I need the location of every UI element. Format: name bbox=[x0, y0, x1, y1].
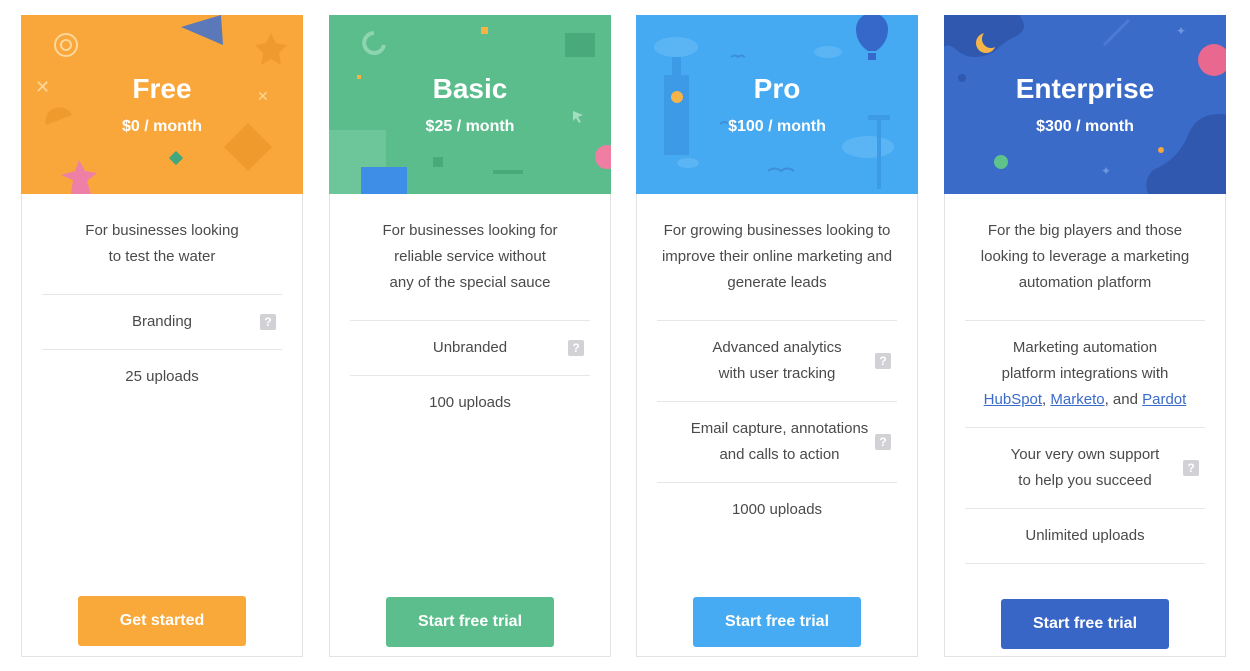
plan-card-pro: Pro $100 / month For growing businesses … bbox=[636, 15, 918, 657]
pardot-link[interactable]: Pardot bbox=[1142, 391, 1186, 408]
help-icon[interactable]: ? bbox=[260, 314, 276, 330]
feature-row: Your very own support to help you succee… bbox=[965, 427, 1205, 508]
svg-text:✦: ✦ bbox=[1101, 164, 1111, 178]
feature-text: Unlimited uploads bbox=[1025, 527, 1145, 544]
plan-name: Basic bbox=[432, 73, 508, 104]
help-icon[interactable]: ? bbox=[875, 434, 891, 450]
plan-header-enterprise: ✦ ✦ Enterprise $300 / month bbox=[944, 15, 1226, 194]
description-line: For businesses looking for bbox=[382, 222, 558, 239]
plan-price: $25 / month bbox=[425, 118, 515, 135]
feature-text: 25 uploads bbox=[125, 368, 199, 385]
plan-card-free: ✕ ✕ Free $0 / month For businesses looki… bbox=[21, 15, 303, 657]
description-line: improve their online marketing and bbox=[661, 248, 893, 265]
plan-header-pro: Pro $100 / month bbox=[636, 15, 918, 194]
feature-text: Unbranded bbox=[432, 339, 508, 356]
description-line: reliable service without bbox=[394, 248, 546, 265]
plan-price: $100 / month bbox=[728, 118, 826, 135]
plan-price: $300 / month bbox=[1036, 118, 1134, 135]
help-icon[interactable]: ? bbox=[875, 353, 891, 369]
separator: , and bbox=[1104, 391, 1143, 408]
plan-description: For businesses looking to test the water bbox=[22, 218, 302, 294]
plan-description: For businesses looking for reliable serv… bbox=[330, 218, 610, 320]
help-icon[interactable]: ? bbox=[568, 340, 584, 356]
start-free-trial-button[interactable]: Start free trial bbox=[386, 597, 554, 647]
get-started-button[interactable]: Get started bbox=[78, 596, 246, 646]
marketo-link[interactable]: Marketo bbox=[1050, 391, 1104, 408]
plan-name: Free bbox=[132, 73, 192, 104]
feature-text: Branding bbox=[131, 313, 193, 330]
start-free-trial-button[interactable]: Start free trial bbox=[693, 597, 861, 647]
feature-row: Marketing automation platform integratio… bbox=[965, 320, 1205, 427]
feature-row: Branding? bbox=[42, 294, 282, 349]
feature-row: Email capture, annotations and calls to … bbox=[657, 401, 897, 482]
feature-text: Advanced analytics with user tracking bbox=[712, 339, 842, 382]
description-line: For growing businesses looking to bbox=[663, 222, 891, 239]
feature-row: Unbranded? bbox=[350, 320, 590, 375]
feature-text: 100 uploads bbox=[429, 394, 511, 411]
feature-text: Marketing automation platform integratio… bbox=[1001, 339, 1169, 382]
description-line: For businesses looking bbox=[85, 222, 239, 239]
description-line: looking to leverage a marketing bbox=[980, 248, 1190, 265]
plan-card-basic: Basic $25 / month For businesses looking… bbox=[329, 15, 611, 657]
plan-name: Pro bbox=[753, 73, 801, 104]
plan-price: $0 / month bbox=[121, 118, 202, 135]
feature-row: 100 uploads bbox=[350, 375, 590, 430]
feature-row: Advanced analytics with user tracking? bbox=[657, 320, 897, 401]
start-free-trial-button[interactable]: Start free trial bbox=[1001, 599, 1169, 649]
description-line: to test the water bbox=[108, 248, 216, 265]
feature-row: 25 uploads bbox=[42, 349, 282, 404]
hubspot-link[interactable]: HubSpot bbox=[984, 391, 1042, 408]
feature-text: 1000 uploads bbox=[731, 501, 823, 518]
integration-links: HubSpot, Marketo, and Pardot bbox=[975, 387, 1195, 413]
plan-header-basic: Basic $25 / month bbox=[329, 15, 611, 194]
feature-row: Unlimited uploads bbox=[965, 508, 1205, 564]
description-line: any of the special sauce bbox=[389, 274, 551, 291]
description-line: generate leads bbox=[727, 274, 827, 291]
plan-name: Enterprise bbox=[1015, 73, 1155, 104]
plan-description: For growing businesses looking to improv… bbox=[637, 218, 917, 320]
feature-text: Your very own support to help you succee… bbox=[1010, 446, 1160, 489]
feature-text: Email capture, annotations and calls to … bbox=[690, 420, 869, 463]
description-line: automation platform bbox=[1018, 274, 1152, 291]
description-line: For the big players and those bbox=[987, 222, 1183, 239]
plan-card-enterprise: ✦ ✦ Enterprise $300 / month For the big … bbox=[944, 15, 1226, 657]
plan-header-free: ✕ ✕ Free $0 / month bbox=[21, 15, 303, 194]
feature-row: 1000 uploads bbox=[657, 482, 897, 537]
plan-description: For the big players and those looking to… bbox=[945, 218, 1225, 320]
help-icon[interactable]: ? bbox=[1183, 460, 1199, 476]
